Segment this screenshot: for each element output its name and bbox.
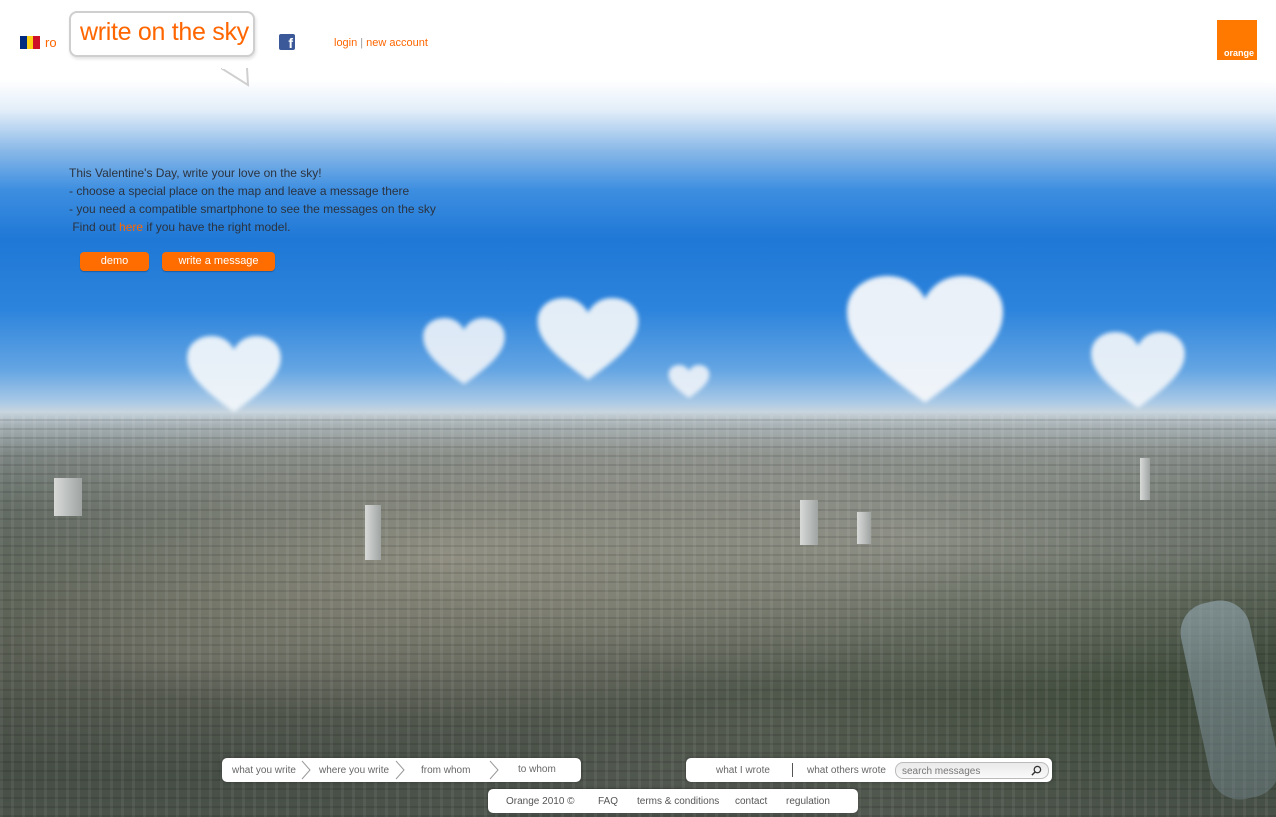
- chevron-right-icon: [395, 760, 405, 780]
- cloud-heart: [1091, 332, 1185, 409]
- facebook-icon[interactable]: f: [279, 34, 295, 51]
- building: [365, 505, 381, 560]
- what-others-wrote-link[interactable]: what others wrote: [807, 765, 886, 776]
- cloud-heart: [537, 298, 639, 380]
- chevron-right-icon: [489, 760, 499, 780]
- orange-logo[interactable]: orange: [1217, 20, 1257, 60]
- building: [1140, 458, 1150, 500]
- search-icon[interactable]: [1031, 765, 1042, 776]
- intro-headline: This Valentine's Day, write your love on…: [69, 166, 322, 180]
- compatibility-link[interactable]: here: [119, 220, 143, 234]
- language-switcher[interactable]: ro: [20, 35, 57, 50]
- speech-bubble-tail-icon: [221, 68, 250, 87]
- new-account-link[interactable]: new account: [366, 37, 428, 49]
- login-link[interactable]: login: [334, 37, 357, 49]
- intro-text: This Valentine's Day, write your love on…: [69, 164, 436, 236]
- romania-flag-icon: [20, 36, 41, 49]
- auth-separator: |: [360, 37, 364, 49]
- cloud-heart: [187, 336, 281, 413]
- chevron-right-icon: [301, 760, 311, 780]
- faq-link[interactable]: FAQ: [598, 796, 618, 807]
- building: [800, 500, 818, 545]
- cloud-heart: [668, 365, 710, 399]
- step-where-you-write[interactable]: where you write: [319, 765, 389, 776]
- cloud-heart: [847, 276, 1003, 403]
- auth-links: login | new account: [334, 37, 428, 49]
- divider: [792, 763, 793, 777]
- header: ro write on the sky f login | new account …: [0, 0, 1276, 87]
- site-logo[interactable]: write on the sky: [69, 11, 255, 87]
- orange-logo-text: orange: [1223, 48, 1254, 58]
- steps-bar: what you write where you write from whom…: [222, 758, 581, 782]
- intro-find-line: Find out here if you have the right mode…: [69, 218, 436, 236]
- intro-bullet: - choose a special place on the map and …: [69, 184, 410, 198]
- language-code[interactable]: ro: [45, 35, 57, 50]
- step-what-you-write[interactable]: what you write: [232, 765, 296, 776]
- regulation-link[interactable]: regulation: [786, 796, 830, 807]
- building: [857, 512, 871, 544]
- step-from-whom[interactable]: from whom: [421, 765, 470, 776]
- find-prefix: Find out: [69, 220, 120, 234]
- building: [54, 478, 82, 516]
- search-box: [895, 762, 1049, 779]
- city-panorama: [0, 415, 1276, 817]
- intro-bullet: - you need a compatible smartphone to se…: [69, 202, 436, 216]
- contact-link[interactable]: contact: [735, 796, 767, 807]
- copyright: Orange 2010 ©: [506, 796, 575, 807]
- demo-button[interactable]: demo: [80, 252, 149, 271]
- step-to-whom[interactable]: to whom: [518, 764, 556, 775]
- write-message-button[interactable]: write a message: [162, 252, 275, 271]
- logo-text: write on the sky: [80, 18, 249, 46]
- search-input[interactable]: [902, 765, 1027, 777]
- cloud-heart: [423, 318, 505, 385]
- terms-link[interactable]: terms & conditions: [637, 796, 719, 807]
- what-i-wrote-link[interactable]: what I wrote: [716, 765, 770, 776]
- footer-bar: Orange 2010 © FAQ terms & conditions con…: [488, 789, 858, 813]
- find-suffix: if you have the right model.: [143, 220, 291, 234]
- messages-bar: what I wrote what others wrote: [686, 758, 1052, 782]
